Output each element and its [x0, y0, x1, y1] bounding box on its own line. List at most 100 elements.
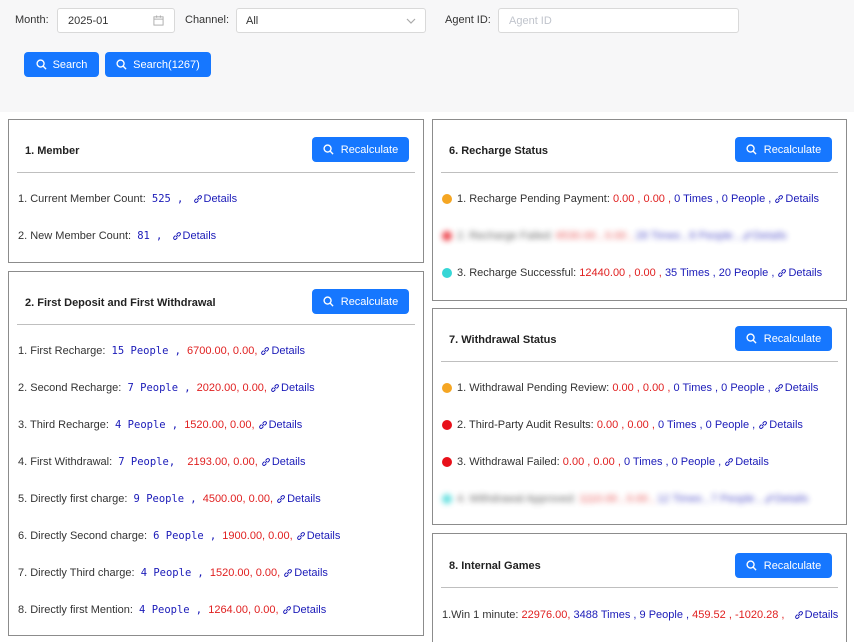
withdrawal-row: 2. Third-Party Audit Results: 0.00 , 0.0… — [442, 419, 803, 431]
row-label: 2. Recharge Failed: — [457, 230, 553, 242]
member-row: 2. New Member Count: 81 , Details — [18, 230, 216, 242]
deposit-row: 5. Directly first charge: 9 People , 450… — [18, 493, 321, 505]
row-label: 2. New Member Count: — [18, 230, 132, 242]
recalculate-label: Recalculate — [763, 559, 822, 572]
details-link[interactable]: Details — [283, 567, 328, 579]
row-times: 3488 Times , 9 People , — [573, 609, 690, 621]
link-icon — [794, 611, 803, 619]
details-link[interactable]: Details — [764, 493, 808, 505]
link-icon — [725, 458, 734, 466]
status-dot — [442, 383, 452, 393]
link-icon — [759, 421, 768, 429]
details-label: Details — [785, 193, 820, 205]
row-label: 3. Third Recharge: — [18, 419, 109, 431]
details-link[interactable]: Details — [774, 193, 819, 205]
link-icon — [296, 532, 305, 540]
row-count: 525 — [151, 193, 171, 205]
row-count: 4 People — [115, 419, 166, 431]
search-icon — [323, 144, 334, 155]
row-amounts: 22976.00, — [521, 609, 571, 621]
recharge-row: 1. Recharge Pending Payment: 0.00 , 0.00… — [442, 193, 819, 205]
details-label: Details — [752, 230, 787, 242]
details-link[interactable]: Details — [172, 230, 216, 242]
link-icon — [743, 232, 751, 240]
link-icon — [261, 458, 270, 466]
search-icon — [746, 144, 757, 155]
search-icon — [746, 560, 757, 571]
row-times: 35 Times , 20 People , — [664, 267, 775, 279]
row-label: 2. Second Recharge: — [18, 382, 122, 394]
details-label: Details — [735, 456, 769, 468]
details-link[interactable]: Details — [193, 193, 237, 205]
agent-id-input[interactable]: Agent ID — [498, 8, 739, 33]
row-label: 1. Withdrawal Pending Review: — [457, 382, 610, 394]
details-link[interactable]: Details — [777, 267, 822, 279]
details-label: Details — [268, 419, 303, 431]
link-icon — [284, 569, 293, 577]
row-separator: , — [174, 345, 181, 357]
deposit-row: 4. First Withdrawal: 7 People, 2193.00, … — [18, 456, 305, 468]
row-amounts: 0.00 , 0.00 , — [612, 193, 672, 205]
details-link[interactable]: Details — [296, 530, 340, 542]
member-row: 1. Current Member Count: 525 , Details — [18, 193, 237, 205]
link-icon — [271, 384, 279, 392]
divider — [441, 172, 838, 173]
row-separator: , — [197, 567, 204, 579]
details-link[interactable]: Details — [260, 345, 305, 357]
agent-id-label: Agent ID: — [445, 14, 491, 26]
details-link[interactable]: Details — [261, 456, 306, 468]
row-separator: , — [195, 604, 203, 616]
details-link[interactable]: Details — [282, 604, 327, 616]
row-amounts: 1520.00, 0.00, — [184, 419, 255, 431]
row-label: 4. Withdrawal Approved: — [457, 493, 577, 505]
details-label: Details — [292, 604, 327, 616]
month-picker[interactable]: 2025-01 — [57, 8, 175, 33]
agent-id-placeholder: Agent ID — [509, 14, 552, 27]
row-times: 28 Times , 8 People , — [635, 230, 739, 242]
channel-value: All — [246, 14, 259, 27]
row-amounts: 1520.00, 0.00, — [209, 567, 281, 579]
recalculate-label: Recalculate — [340, 143, 399, 156]
status-dot — [442, 420, 452, 430]
row-separator: , — [184, 382, 191, 394]
details-link[interactable]: Details — [276, 493, 321, 505]
withdrawal-row: 1. Withdrawal Pending Review: 0.00 , 0.0… — [442, 382, 818, 394]
details-link[interactable]: Details — [258, 419, 303, 431]
status-dot — [442, 231, 452, 241]
divider — [441, 587, 838, 588]
deposit-recalculate-button[interactable]: Recalculate — [312, 289, 409, 314]
search-count-button[interactable]: Search(1267) — [105, 52, 211, 77]
recharge-title: 6. Recharge Status — [449, 145, 549, 157]
withdrawal-row: 3. Withdrawal Failed: 0.00 , 0.00 , 0 Ti… — [442, 456, 769, 468]
details-link[interactable]: Details — [742, 230, 787, 242]
row-times: 0 Times , 0 People , — [657, 419, 756, 431]
row-separator: , — [177, 193, 184, 205]
deposit-row: 6. Directly Second charge: 6 People , 19… — [18, 530, 340, 542]
games-recalculate-button[interactable]: Recalculate — [735, 553, 832, 578]
recalculate-label: Recalculate — [763, 332, 822, 345]
details-label: Details — [271, 456, 306, 468]
row-count: 81 — [137, 230, 150, 242]
details-link[interactable]: Details — [774, 382, 818, 394]
channel-select[interactable]: All — [236, 8, 426, 33]
link-icon — [778, 269, 787, 277]
details-link[interactable]: Details — [724, 456, 769, 468]
search-button[interactable]: Search — [24, 52, 99, 77]
details-link[interactable]: Details — [270, 382, 315, 394]
row-label: 2. Third-Party Audit Results: — [457, 419, 594, 431]
withdrawal-recalculate-button[interactable]: Recalculate — [735, 326, 832, 351]
details-label: Details — [287, 493, 321, 505]
details-link[interactable]: Details — [794, 609, 838, 621]
link-icon — [261, 347, 270, 355]
member-title: 1. Member — [25, 145, 80, 157]
row-amounts: 4500.00, 0.00, — [202, 493, 274, 505]
recalculate-label: Recalculate — [763, 143, 822, 156]
calendar-icon — [153, 15, 164, 29]
link-icon — [258, 421, 267, 429]
row-count: 4 People — [140, 567, 192, 579]
link-icon — [172, 232, 181, 240]
recharge-recalculate-button[interactable]: Recalculate — [735, 137, 832, 162]
member-recalculate-button[interactable]: Recalculate — [312, 137, 409, 162]
row-amounts: 0.00 , 0.00 , — [562, 456, 621, 468]
details-link[interactable]: Details — [758, 419, 803, 431]
